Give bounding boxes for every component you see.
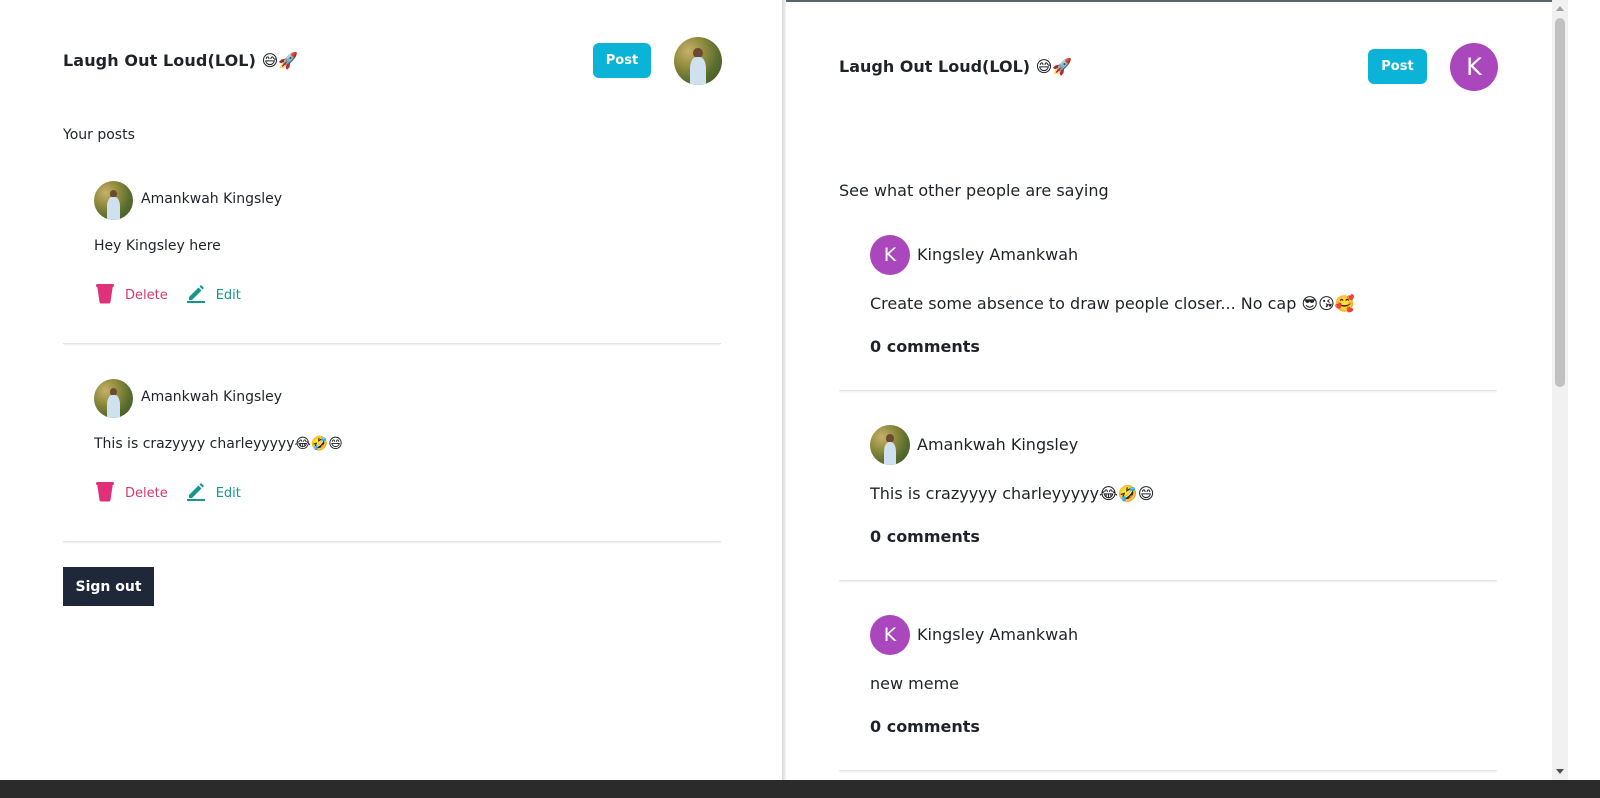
scroll-up-arrow-icon[interactable]: [1556, 6, 1564, 11]
comments-link[interactable]: 0 comments: [870, 527, 980, 546]
pencil-icon: [186, 283, 206, 307]
post-actions: Delete Edit: [95, 480, 241, 506]
delete-label: Delete: [125, 485, 168, 501]
my-post-card: Amankwah Kingsley This is crazyyyy charl…: [63, 376, 721, 542]
feed-post-card: Amankwah Kingsley This is crazyyyy charl…: [839, 425, 1497, 581]
feed-heading: See what other people are saying: [839, 181, 1109, 200]
scroll-down-arrow-icon[interactable]: [1556, 769, 1564, 774]
post-author: Amankwah Kingsley: [141, 191, 283, 207]
post-author: Amankwah Kingsley: [917, 435, 1079, 454]
window-edge: [1568, 0, 1600, 780]
app-frame: Laugh Out Loud(LOL) 😅🚀 Post Your posts A…: [0, 0, 1600, 798]
author-avatar: [870, 425, 910, 465]
post-button[interactable]: Post: [1368, 49, 1427, 84]
post-text: This is crazyyyy charleyyyyy😂🤣😄: [870, 484, 1155, 503]
edit-button[interactable]: Edit: [186, 481, 241, 505]
feed-post-card: K Kingsley Amankwah Create some absence …: [839, 235, 1497, 391]
post-author: Amankwah Kingsley: [141, 389, 283, 405]
post-text: This is crazyyyy charleyyyyy😂🤣😄: [94, 436, 343, 452]
post-button[interactable]: Post: [593, 43, 651, 78]
post-actions: Delete Edit: [95, 282, 241, 308]
scrollbar-thumb[interactable]: [1555, 18, 1565, 387]
delete-button[interactable]: Delete: [95, 282, 168, 308]
author-avatar: [94, 181, 133, 220]
edit-button[interactable]: Edit: [186, 283, 241, 307]
left-pane-my-posts: Laugh Out Loud(LOL) 😅🚀 Post Your posts A…: [0, 0, 785, 780]
right-pane-feed: Laugh Out Loud(LOL) 😅🚀 Post K See what o…: [786, 0, 1552, 780]
post-author: Kingsley Amankwah: [917, 245, 1079, 264]
edit-label: Edit: [215, 485, 241, 501]
user-avatar[interactable]: [674, 37, 722, 85]
feed-scrollbar[interactable]: [1552, 0, 1568, 780]
post-text: Hey Kingsley here: [94, 238, 221, 254]
taskbar-strip: [0, 780, 1600, 798]
author-avatar: [94, 379, 133, 418]
post-author: Kingsley Amankwah: [917, 625, 1079, 644]
brand-title: Laugh Out Loud(LOL) 😅🚀: [63, 51, 299, 70]
post-text: Create some absence to draw people close…: [870, 294, 1355, 313]
comments-link[interactable]: 0 comments: [870, 337, 980, 356]
delete-label: Delete: [125, 287, 168, 303]
delete-button[interactable]: Delete: [95, 480, 168, 506]
trash-icon: [95, 480, 115, 506]
sign-out-button[interactable]: Sign out: [63, 567, 154, 606]
feed-post-card: K Kingsley Amankwah new meme 0 comments: [839, 615, 1497, 771]
author-avatar: K: [870, 235, 910, 275]
your-posts-heading: Your posts: [63, 127, 135, 143]
user-avatar[interactable]: K: [1450, 43, 1498, 91]
author-avatar: K: [870, 615, 910, 655]
edit-label: Edit: [215, 287, 241, 303]
brand-title: Laugh Out Loud(LOL) 😅🚀: [839, 57, 1073, 76]
comments-link[interactable]: 0 comments: [870, 717, 980, 736]
pencil-icon: [186, 481, 206, 505]
trash-icon: [95, 282, 115, 308]
post-text: new meme: [870, 674, 960, 693]
my-post-card: Amankwah Kingsley Hey Kingsley here Dele…: [63, 178, 721, 344]
